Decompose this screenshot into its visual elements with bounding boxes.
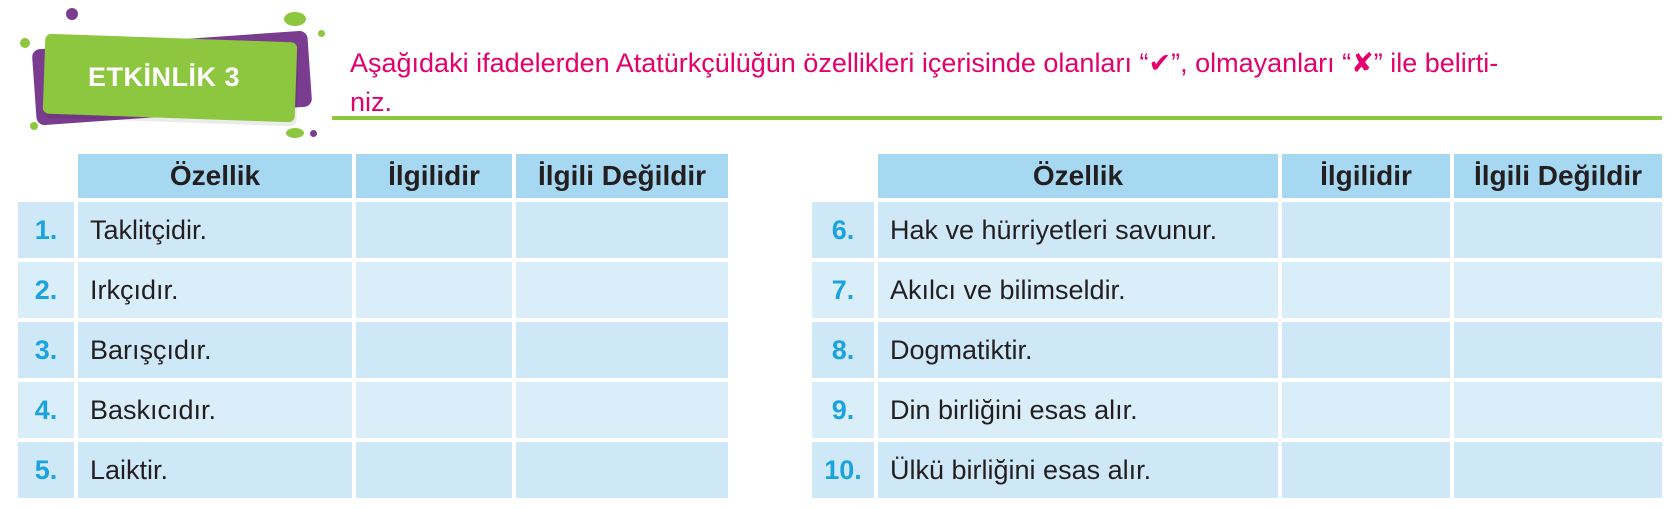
table-row: 5. Laiktir. xyxy=(18,442,728,498)
decorative-dot xyxy=(286,128,304,138)
header-related: İlgilidir xyxy=(1282,154,1450,198)
table-row: 8. Dogmatiktir. xyxy=(812,322,1662,378)
check-icon: ✔ xyxy=(1148,48,1172,78)
table-row: 2. Irkçıdır. xyxy=(18,262,728,318)
row-statement: Ülkü birliğini esas alır. xyxy=(878,442,1278,498)
decorative-dot xyxy=(284,12,306,26)
row-number: 3. xyxy=(18,322,74,378)
header-feature: Özellik xyxy=(78,154,352,198)
answer-cell-not-related[interactable] xyxy=(1454,202,1662,258)
table-row: 1. Taklitçidir. xyxy=(18,202,728,258)
header-not-related: İlgili Değildir xyxy=(516,154,728,198)
answer-cell-not-related[interactable] xyxy=(1454,322,1662,378)
answer-cell-related[interactable] xyxy=(356,262,512,318)
table-row: 3. Barışçıdır. xyxy=(18,322,728,378)
row-number: 4. xyxy=(18,382,74,438)
instruction-part1: Aşağıdaki ifadelerden Atatürkçülüğün öze… xyxy=(350,48,1149,78)
badge-title: ETKİNLİK 3 xyxy=(88,62,241,92)
decorative-dot xyxy=(318,30,325,37)
table-header-row: Özellik İlgilidir İlgili Değildir xyxy=(18,154,728,198)
table-row: 4. Baskıcıdır. xyxy=(18,382,728,438)
divider-line xyxy=(332,116,1662,120)
table-row: 9. Din birliğini esas alır. xyxy=(812,382,1662,438)
row-statement: Hak ve hürriyetleri savunur. xyxy=(878,202,1278,258)
instruction-text: Aşağıdaki ifadelerden Atatürkçülüğün öze… xyxy=(350,44,1660,122)
instruction-part2: ”, olmayanları “ xyxy=(1171,48,1352,78)
table-row: 10. Ülkü birliğini esas alır. xyxy=(812,442,1662,498)
instruction-part3: ” ile belirti- xyxy=(1373,48,1499,78)
answer-cell-related[interactable] xyxy=(1282,262,1450,318)
decorative-dot xyxy=(20,38,30,48)
header-feature: Özellik xyxy=(878,154,1278,198)
decorative-dot xyxy=(310,130,317,137)
answer-cell-related[interactable] xyxy=(356,322,512,378)
table-row: 6. Hak ve hürriyetleri savunur. xyxy=(812,202,1662,258)
row-statement: Din birliğini esas alır. xyxy=(878,382,1278,438)
header-not-related: İlgili Değildir xyxy=(1454,154,1662,198)
row-number: 6. xyxy=(812,202,874,258)
row-statement: Irkçıdır. xyxy=(78,262,352,318)
table-row: 7. Akılcı ve bilimseldir. xyxy=(812,262,1662,318)
header-number-cell xyxy=(18,154,74,198)
answer-cell-related[interactable] xyxy=(356,382,512,438)
answer-cell-related[interactable] xyxy=(1282,202,1450,258)
answer-cell-not-related[interactable] xyxy=(516,382,728,438)
header-related: İlgilidir xyxy=(356,154,512,198)
answer-cell-not-related[interactable] xyxy=(516,202,728,258)
answer-cell-not-related[interactable] xyxy=(516,262,728,318)
row-statement: Baskıcıdır. xyxy=(78,382,352,438)
activity-badge: ETKİNLİK 3 xyxy=(0,0,340,150)
answer-cell-related[interactable] xyxy=(356,202,512,258)
row-number: 9. xyxy=(812,382,874,438)
answer-cell-related[interactable] xyxy=(1282,322,1450,378)
row-number: 1. xyxy=(18,202,74,258)
row-number: 5. xyxy=(18,442,74,498)
answer-cell-not-related[interactable] xyxy=(1454,442,1662,498)
answer-cell-related[interactable] xyxy=(1282,442,1450,498)
row-statement: Dogmatiktir. xyxy=(878,322,1278,378)
answer-cell-related[interactable] xyxy=(356,442,512,498)
row-statement: Laiktir. xyxy=(78,442,352,498)
answer-cell-not-related[interactable] xyxy=(516,442,728,498)
cross-icon: ✘ xyxy=(1351,48,1374,78)
decorative-dot xyxy=(66,8,78,20)
answer-cell-related[interactable] xyxy=(1282,382,1450,438)
decorative-dot xyxy=(30,122,38,130)
row-number: 10. xyxy=(812,442,874,498)
row-number: 7. xyxy=(812,262,874,318)
row-statement: Akılcı ve bilimseldir. xyxy=(878,262,1278,318)
row-statement: Barışçıdır. xyxy=(78,322,352,378)
row-number: 2. xyxy=(18,262,74,318)
header-number-cell xyxy=(812,154,874,198)
table-header-row: Özellik İlgilidir İlgili Değildir xyxy=(812,154,1662,198)
activity-table-left: Özellik İlgilidir İlgili Değildir 1. Tak… xyxy=(14,150,732,502)
answer-cell-not-related[interactable] xyxy=(1454,262,1662,318)
row-statement: Taklitçidir. xyxy=(78,202,352,258)
answer-cell-not-related[interactable] xyxy=(1454,382,1662,438)
row-number: 8. xyxy=(812,322,874,378)
activity-table-right: Özellik İlgilidir İlgili Değildir 6. Hak… xyxy=(808,150,1666,502)
answer-cell-not-related[interactable] xyxy=(516,322,728,378)
